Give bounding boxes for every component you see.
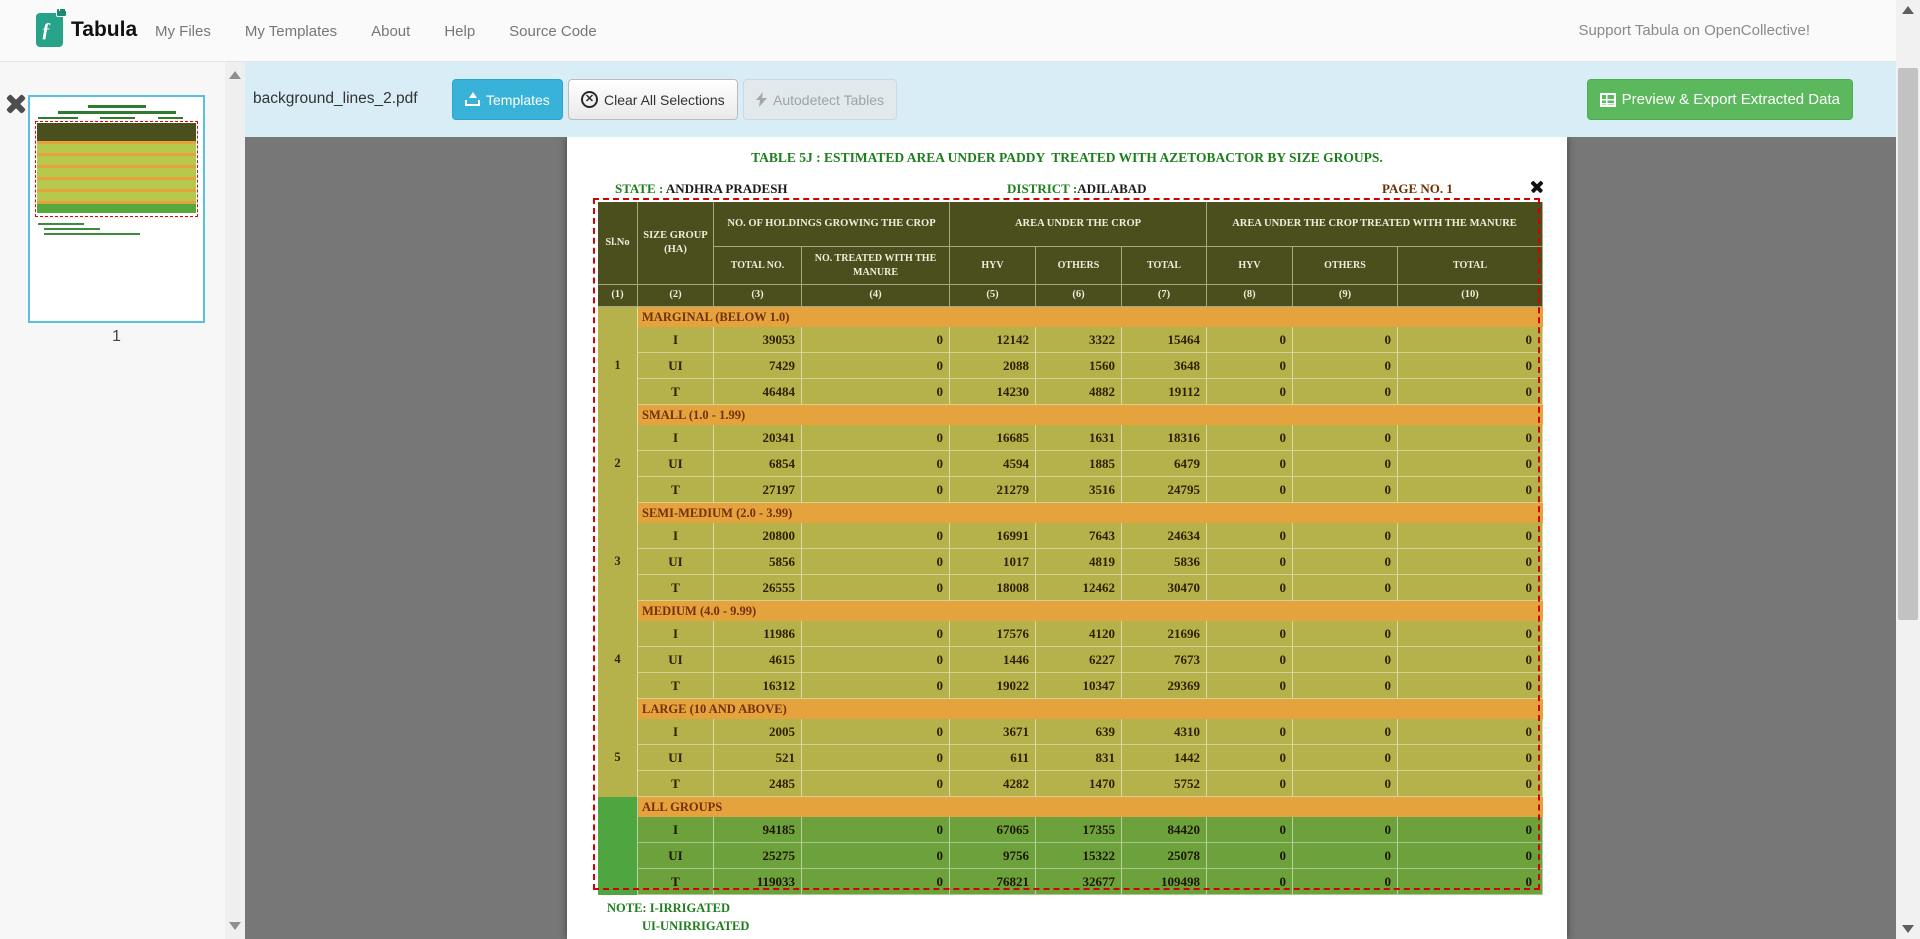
table-selection-box[interactable] [593,198,1540,890]
scrollbar-up-icon[interactable] [1902,6,1914,14]
templates-button[interactable]: Templates [452,79,563,120]
document-toolbar: background_lines_2.pdf Templates ✕ Clear… [245,62,1896,137]
nav-menu: My Files My Templates About Help Source Code [155,0,597,62]
autodetect-tables-button[interactable]: Autodetect Tables [743,79,897,120]
thumb-selection-overlay [35,121,198,217]
scroll-down-icon[interactable] [229,922,241,930]
pdf-district-line: DISTRICT :ADILABAD [1007,181,1147,197]
pdf-state-line: STATE : ANDHRA PRADESH [615,181,788,197]
pdf-viewer: TABLE 5J : ESTIMATED AREA UNDER PADDY TR… [245,137,1896,939]
pdf-page[interactable]: TABLE 5J : ESTIMATED AREA UNDER PADDY TR… [567,137,1567,939]
nav-item-source-code[interactable]: Source Code [509,23,597,40]
upload-icon [465,93,480,106]
scrollbar-down-icon[interactable] [1902,925,1914,933]
nav-item-about[interactable]: About [371,23,410,40]
brand-title: Tabula [71,18,137,42]
scrollbar-thumb[interactable] [1898,68,1918,620]
window-scrollbar[interactable] [1896,0,1920,939]
sidebar-scrollbar[interactable] [225,62,245,939]
preview-export-button[interactable]: Preview & Export Extracted Data [1587,79,1853,120]
top-navbar: ƒ Tabula My Files My Templates About Help So… [0,0,1896,62]
pdf-note-line1: NOTE: I-IRRIGATED [607,901,730,916]
page-number-label: 1 [28,328,205,346]
nav-item-help[interactable]: Help [444,23,475,40]
tabula-brand[interactable]: ƒ Tabula [36,13,137,47]
thumb-subtitle-line [58,111,176,114]
lock-icon [56,8,67,17]
remove-page-icon[interactable] [4,92,28,116]
nav-item-my-templates[interactable]: My Templates [245,23,337,40]
table-icon [1600,93,1616,107]
tabula-logo-icon: ƒ [36,13,63,47]
lightning-icon [756,92,767,107]
scroll-up-icon[interactable] [229,71,241,79]
pdf-table-title: TABLE 5J : ESTIMATED AREA UNDER PADDY TR… [567,150,1567,166]
pdf-page-no: PAGE NO. 1 [1382,181,1453,197]
clear-all-selections-button[interactable]: ✕ Clear All Selections [568,79,738,120]
pages-sidebar: 1 [0,62,245,939]
nav-item-my-files[interactable]: My Files [155,23,211,40]
page-thumbnail[interactable] [28,95,205,323]
support-link[interactable]: Support Tabula on OpenCollective! [1578,22,1810,39]
thumb-title-line [88,105,146,108]
selection-close-icon[interactable] [1529,179,1545,195]
open-filename: background_lines_2.pdf [253,90,418,108]
pdf-note-line2: UI-UNIRRIGATED [642,919,749,934]
circle-x-icon: ✕ [581,91,598,108]
